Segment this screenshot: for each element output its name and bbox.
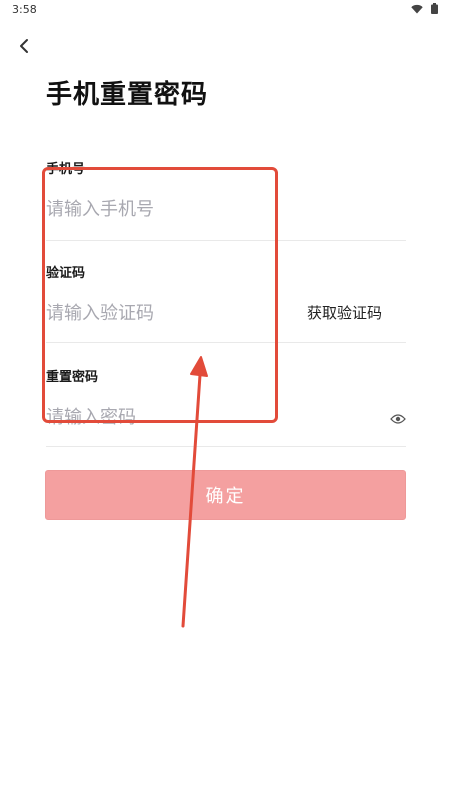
eye-icon[interactable] <box>390 410 406 424</box>
phone-field: 手机号 <box>46 150 406 241</box>
verification-code-label: 验证码 <box>46 266 86 281</box>
status-icons <box>411 3 438 17</box>
back-button[interactable] <box>12 34 36 58</box>
battery-icon <box>431 3 438 17</box>
phone-label: 手机号 <box>46 162 86 177</box>
page-title: 手机重置密码 <box>46 80 209 110</box>
verification-code-input[interactable] <box>46 298 276 328</box>
wifi-icon <box>411 4 423 17</box>
reset-password-field: 重置密码 <box>46 356 406 447</box>
reset-password-label: 重置密码 <box>46 370 99 385</box>
status-time: 3:58 <box>12 3 37 16</box>
password-input[interactable] <box>46 402 276 432</box>
get-code-button[interactable]: 获取验证码 <box>307 302 382 323</box>
status-bar: 3:58 <box>0 0 450 24</box>
confirm-button[interactable]: 确定 <box>45 470 406 520</box>
phone-input[interactable] <box>46 194 276 224</box>
verification-code-field: 验证码 获取验证码 <box>46 252 406 343</box>
chevron-left-icon <box>20 39 28 53</box>
